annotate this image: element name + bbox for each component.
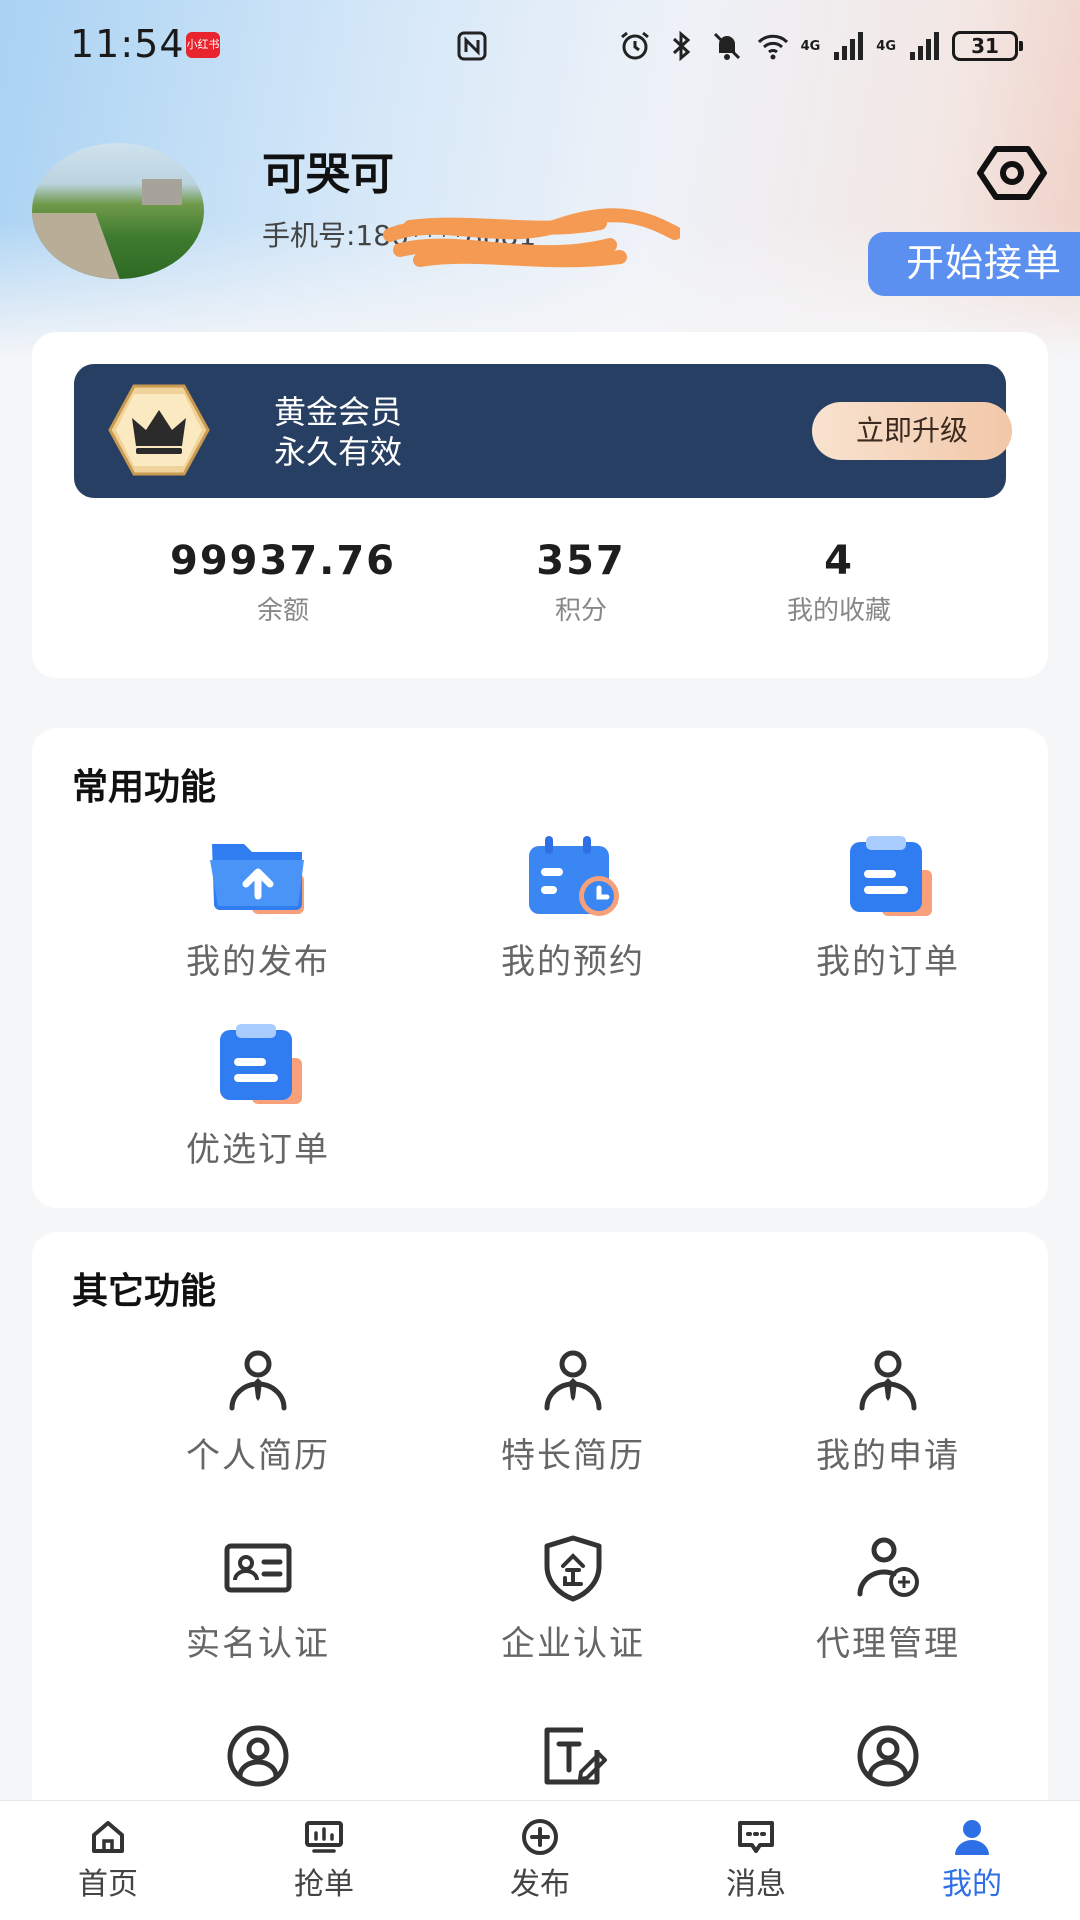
favorites-value: 4	[824, 538, 854, 584]
nav-messages[interactable]: 消息	[686, 1817, 826, 1903]
talent-resume-label: 特长简历	[501, 1436, 645, 1476]
nav-home[interactable]: 首页	[38, 1817, 178, 1903]
preferred-orders-label: 优选订单	[186, 1130, 330, 1170]
nav-publish-label: 发布	[510, 1867, 570, 1902]
my-reservations-label: 我的预约	[501, 942, 645, 982]
mute-bell-icon	[713, 32, 740, 60]
avatar-scene-house	[142, 179, 182, 205]
crown-icon	[108, 384, 210, 476]
my-posts-item[interactable]: 我的发布	[128, 834, 388, 983]
points-label: 积分	[554, 596, 607, 626]
person-tie-icon	[544, 1350, 602, 1411]
stat-balance[interactable]: 99937.76 余额	[153, 538, 413, 627]
app-notification-badge: 小红书	[186, 32, 220, 58]
clipboard-icon	[850, 836, 932, 916]
signal-icon	[910, 32, 939, 60]
nav-grab-orders-label: 抢单	[294, 1867, 354, 1902]
nav-grab-orders[interactable]: 抢单	[254, 1817, 394, 1903]
network-type-2: 4G	[876, 38, 896, 54]
balance-value: 99937.76	[169, 538, 397, 584]
person-tie-icon	[229, 1350, 287, 1411]
real-name-auth-label: 实名认证	[186, 1624, 330, 1664]
start-order-button[interactable]: 开始接单	[868, 232, 1080, 296]
alarm-icon	[620, 31, 649, 60]
agent-management-item[interactable]: 代理管理	[758, 1532, 1018, 1665]
talent-resume-item[interactable]: 特长简历	[443, 1344, 703, 1477]
calendar-clock-icon	[529, 836, 619, 916]
shield-enterprise-icon	[544, 1535, 602, 1602]
preferred-orders-item[interactable]: 优选订单	[128, 1022, 388, 1171]
favorites-label: 我的收藏	[786, 596, 891, 626]
my-applications-item[interactable]: 我的申请	[758, 1344, 1018, 1477]
user-name: 可哭可	[262, 149, 394, 200]
status-bar: 11:54 小红书 4G 4G 31	[0, 0, 1080, 90]
status-time: 11:54	[70, 22, 185, 66]
user-circle-icon	[857, 1725, 919, 1787]
home-icon	[92, 1821, 124, 1853]
vip-banner: 黄金会员 永久有效 立即升级	[74, 364, 1012, 498]
bottom-nav: 首页 抢单 发布 消息 我的	[0, 1800, 1080, 1920]
my-applications-label: 我的申请	[816, 1436, 960, 1476]
stat-points[interactable]: 357 积分	[451, 538, 711, 627]
function-item-9[interactable]	[758, 1720, 1018, 1804]
my-posts-label: 我的发布	[186, 942, 330, 982]
message-icon	[738, 1821, 774, 1853]
nav-mine[interactable]: 我的	[902, 1817, 1042, 1903]
id-card-icon	[224, 1543, 292, 1593]
upgrade-button[interactable]: 立即升级	[812, 402, 1012, 460]
user-circle-icon	[227, 1725, 289, 1787]
bluetooth-icon	[672, 30, 690, 62]
vip-validity: 永久有效	[274, 433, 403, 471]
nav-publish[interactable]: 发布	[470, 1817, 610, 1903]
nav-mine-label: 我的	[942, 1867, 1002, 1902]
plus-circle-icon	[522, 1819, 558, 1855]
nav-messages-label: 消息	[726, 1867, 786, 1902]
nfc-icon	[457, 31, 487, 61]
network-type-1: 4G	[800, 38, 821, 54]
enterprise-auth-item[interactable]: 企业认证	[443, 1532, 703, 1665]
balance-label: 余额	[256, 596, 309, 626]
clipboard-icon	[220, 1024, 302, 1104]
settings-icon[interactable]	[976, 145, 1048, 201]
status-icons: 4G 4G 31	[617, 26, 1023, 66]
agent-management-label: 代理管理	[816, 1624, 960, 1664]
enterprise-auth-label: 企业认证	[501, 1624, 645, 1664]
user-icon	[955, 1820, 989, 1855]
my-orders-item[interactable]: 我的订单	[758, 834, 1018, 983]
common-functions-card: 常用功能 我的发布 我的预约 我的订单 优选订单	[32, 728, 1048, 1208]
other-functions-title: 其它功能	[72, 1271, 217, 1312]
personal-resume-label: 个人简历	[186, 1436, 330, 1476]
text-edit-icon	[544, 1727, 607, 1785]
function-item-8[interactable]	[443, 1720, 703, 1804]
function-item-7[interactable]	[128, 1720, 388, 1804]
redaction-scribble	[383, 208, 680, 268]
member-card: 黄金会员 永久有效 立即升级 99937.76 余额 357 积分 4 我的收藏	[32, 332, 1048, 678]
my-orders-label: 我的订单	[816, 942, 960, 982]
personal-resume-item[interactable]: 个人简历	[128, 1344, 388, 1477]
my-reservations-item[interactable]: 我的预约	[443, 834, 703, 983]
other-functions-card: 其它功能 个人简历 特长简历 我的申请 实名认证 企业认证 代理管理	[32, 1232, 1048, 1852]
avatar-scene-path	[32, 213, 129, 279]
nav-home-label: 首页	[78, 1867, 138, 1902]
wifi-icon	[757, 34, 788, 60]
points-value: 357	[536, 538, 626, 584]
common-functions-title: 常用功能	[72, 767, 217, 808]
signal-icon	[834, 32, 864, 60]
battery-indicator: 31	[952, 31, 1023, 61]
monitor-icon	[305, 1821, 343, 1853]
stat-favorites[interactable]: 4 我的收藏	[709, 538, 969, 627]
agent-person-icon	[857, 1537, 919, 1597]
avatar[interactable]	[32, 143, 204, 279]
vip-title: 黄金会员	[274, 393, 403, 431]
folder-upload-icon	[210, 844, 304, 914]
person-tie-icon	[859, 1350, 917, 1411]
real-name-auth-item[interactable]: 实名认证	[128, 1532, 388, 1665]
